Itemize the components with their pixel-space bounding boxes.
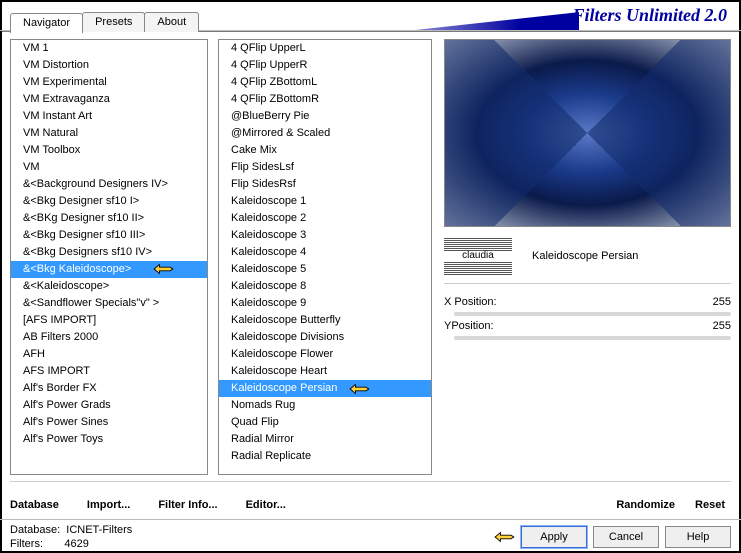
tab-bar: NavigatorPresetsAbout: [10, 12, 198, 32]
list-item[interactable]: Kaleidoscope Flower: [219, 346, 431, 363]
randomize-link[interactable]: Randomize: [616, 499, 675, 511]
tab-about[interactable]: About: [144, 12, 199, 32]
list-item[interactable]: VM Toolbox: [11, 142, 207, 159]
app-title: Filters Unlimited 2.0: [572, 3, 727, 27]
list-item[interactable]: Kaleidoscope 5: [219, 261, 431, 278]
list-item[interactable]: VM Extravaganza: [11, 91, 207, 108]
list-item[interactable]: Kaleidoscope 8: [219, 278, 431, 295]
param-row: X Position:255: [444, 294, 731, 310]
list-item[interactable]: &<Bkg Designer sf10 I>: [11, 193, 207, 210]
current-filter-name: Kaleidoscope Persian: [532, 250, 638, 262]
parameter-list: X Position:255 YPosition:255: [444, 294, 731, 342]
list-item[interactable]: VM: [11, 159, 207, 176]
list-item[interactable]: 4 QFlip UpperR: [219, 57, 431, 74]
tab-navigator[interactable]: Navigator: [10, 13, 83, 33]
list-item[interactable]: Alf's Power Sines: [11, 414, 207, 431]
apply-button[interactable]: Apply: [521, 526, 587, 548]
list-item[interactable]: &<Sandflower Specials"v" >: [11, 295, 207, 312]
pointer-icon: [493, 529, 515, 545]
filter-info-link[interactable]: Filter Info...: [158, 499, 217, 511]
list-item[interactable]: VM 1: [11, 40, 207, 57]
list-item[interactable]: Kaleidoscope 3: [219, 227, 431, 244]
database-link[interactable]: Database: [10, 499, 59, 511]
param-row: YPosition:255: [444, 318, 731, 334]
list-item[interactable]: Alf's Power Toys: [11, 431, 207, 448]
list-item[interactable]: AFS IMPORT: [11, 363, 207, 380]
list-item[interactable]: AB Filters 2000: [11, 329, 207, 346]
tab-presets[interactable]: Presets: [82, 12, 145, 32]
pointer-icon: [152, 261, 174, 277]
list-item[interactable]: &<Background Designers IV>: [11, 176, 207, 193]
list-item[interactable]: Kaleidoscope Heart: [219, 363, 431, 380]
list-item[interactable]: Alf's Border FX: [11, 380, 207, 397]
list-item[interactable]: Alf's Power Grads: [11, 397, 207, 414]
list-item[interactable]: Quad Flip: [219, 414, 431, 431]
slider[interactable]: [454, 336, 731, 340]
list-item[interactable]: Kaleidoscope 9: [219, 295, 431, 312]
list-item[interactable]: @Mirrored & Scaled: [219, 125, 431, 142]
list-item[interactable]: Nomads Rug: [219, 397, 431, 414]
list-item[interactable]: Radial Replicate: [219, 448, 431, 465]
list-item[interactable]: &<BKg Designer sf10 II>: [11, 210, 207, 227]
editor-link[interactable]: Editor...: [246, 499, 286, 511]
pointer-icon: [348, 381, 370, 397]
list-item[interactable]: Kaleidoscope Persian: [219, 380, 431, 397]
list-item[interactable]: Kaleidoscope Butterfly: [219, 312, 431, 329]
category-list[interactable]: VM 1VM DistortionVM ExperimentalVM Extra…: [10, 39, 208, 475]
list-item[interactable]: Radial Mirror: [219, 431, 431, 448]
list-item[interactable]: Flip SidesRsf: [219, 176, 431, 193]
list-item[interactable]: VM Instant Art: [11, 108, 207, 125]
cancel-button[interactable]: Cancel: [593, 526, 659, 548]
list-item[interactable]: Cake Mix: [219, 142, 431, 159]
list-item[interactable]: &<Kaleidoscope>: [11, 278, 207, 295]
list-item[interactable]: &<Bkg Designers sf10 IV>: [11, 244, 207, 261]
slider[interactable]: [454, 312, 731, 316]
list-item[interactable]: AFH: [11, 346, 207, 363]
list-item[interactable]: 4 QFlip ZBottomL: [219, 74, 431, 91]
list-item[interactable]: 4 QFlip ZBottomR: [219, 91, 431, 108]
list-item[interactable]: [AFS IMPORT]: [11, 312, 207, 329]
list-item[interactable]: @BlueBerry Pie: [219, 108, 431, 125]
list-item[interactable]: Flip SidesLsf: [219, 159, 431, 176]
list-item[interactable]: Kaleidoscope Divisions: [219, 329, 431, 346]
list-item[interactable]: Kaleidoscope 1: [219, 193, 431, 210]
import-link[interactable]: Import...: [87, 499, 130, 511]
list-item[interactable]: VM Experimental: [11, 74, 207, 91]
filter-list[interactable]: 4 QFlip UpperL4 QFlip UpperR4 QFlip ZBot…: [218, 39, 432, 475]
list-item[interactable]: 4 QFlip UpperL: [219, 40, 431, 57]
preview-image: [444, 39, 731, 227]
list-item[interactable]: Kaleidoscope 2: [219, 210, 431, 227]
list-item[interactable]: Kaleidoscope 4: [219, 244, 431, 261]
list-item[interactable]: &<Bkg Kaleidoscope>: [11, 261, 207, 278]
reset-link[interactable]: Reset: [695, 499, 725, 511]
list-item[interactable]: VM Natural: [11, 125, 207, 142]
help-button[interactable]: Help: [665, 526, 731, 548]
list-item[interactable]: VM Distortion: [11, 57, 207, 74]
claudia-badge: claudia: [444, 237, 512, 275]
list-item[interactable]: &<Bkg Designer sf10 III>: [11, 227, 207, 244]
footer-info: Database: ICNET-Filters Filters: 4629: [10, 523, 132, 551]
